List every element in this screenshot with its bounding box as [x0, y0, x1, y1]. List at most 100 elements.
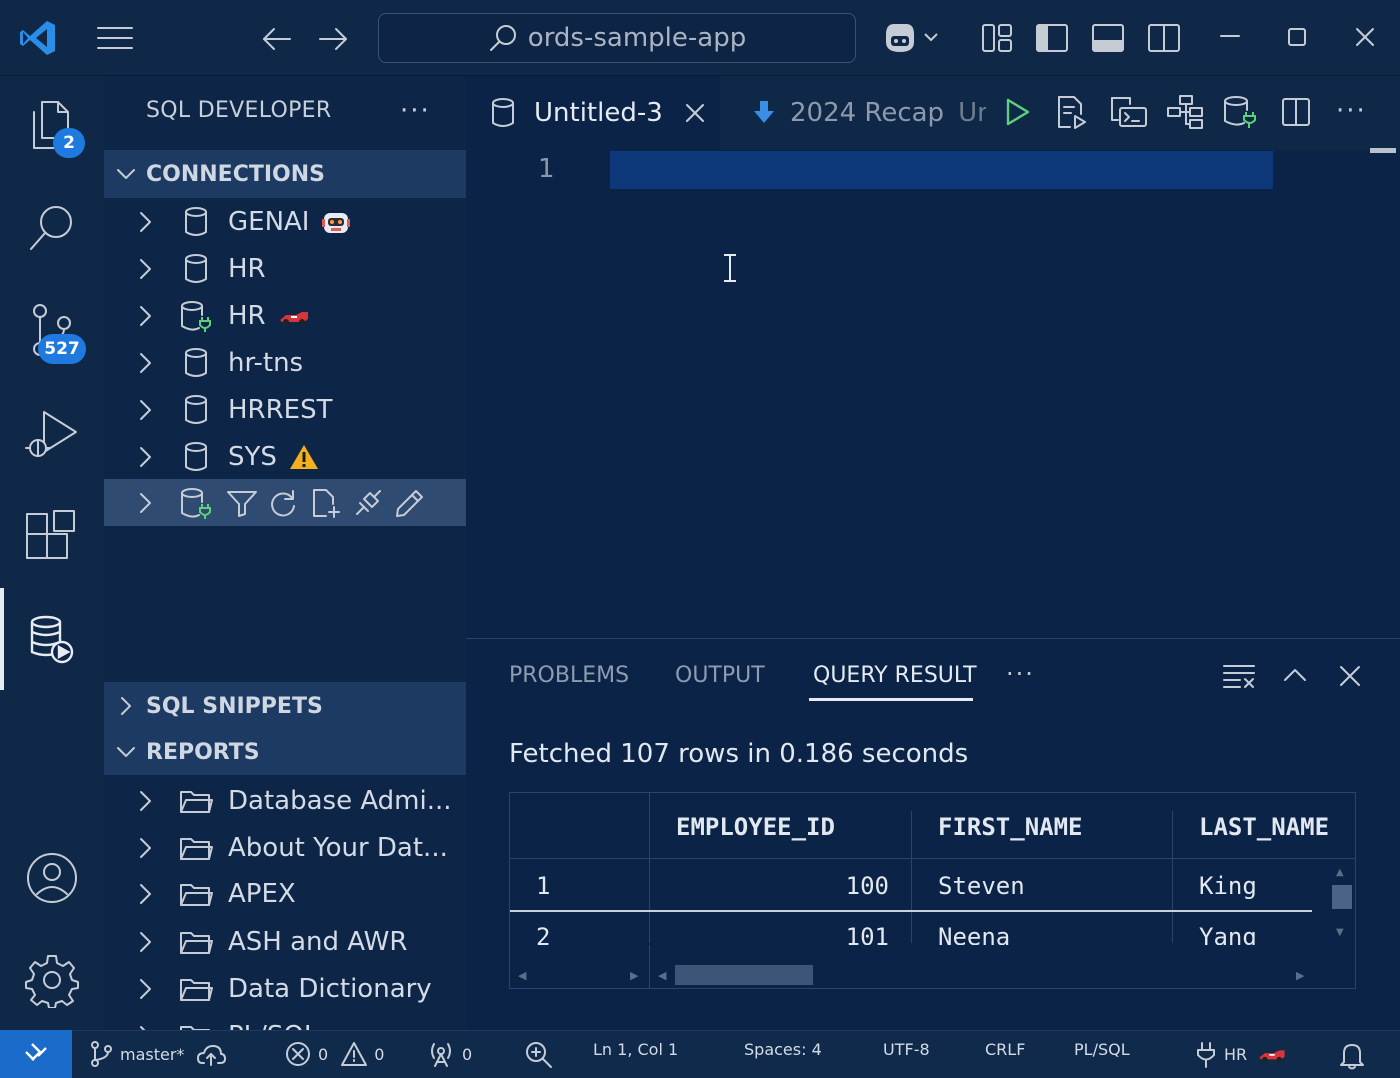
- result-grid[interactable]: EMPLOYEE_ID FIRST_NAME LAST_NAME 1 100 S…: [509, 792, 1356, 989]
- panel-more-button[interactable]: ···: [1006, 660, 1035, 688]
- forward-arrow-icon[interactable]: [316, 22, 350, 56]
- connection-item-sys[interactable]: SYS: [104, 433, 466, 480]
- maximize-icon[interactable]: [1286, 26, 1308, 48]
- toggle-panel-icon[interactable]: [1090, 22, 1126, 54]
- language-mode[interactable]: PL/SQL: [1074, 1040, 1130, 1059]
- editor-scrollbar-marker[interactable]: [1370, 148, 1396, 153]
- cell-employee-id[interactable]: 100: [649, 872, 889, 900]
- connection-item-selected[interactable]: [104, 479, 466, 526]
- scroll-right-arrow-icon[interactable]: ▶: [1296, 969, 1304, 982]
- branch-label: master*: [120, 1044, 185, 1064]
- tab-problems[interactable]: PROBLEMS: [509, 663, 629, 688]
- plug-icon: [1194, 1040, 1218, 1068]
- run-icon[interactable]: [1002, 96, 1032, 128]
- ports-count: 0: [462, 1044, 473, 1064]
- indentation-status[interactable]: Spaces: 4: [744, 1040, 822, 1059]
- robot-icon: [321, 207, 351, 237]
- toggle-primary-sidebar-icon[interactable]: [1034, 22, 1070, 54]
- refresh-icon[interactable]: [268, 488, 298, 518]
- tab-query-result[interactable]: QUERY RESULT: [813, 663, 977, 688]
- notifications-bell-icon[interactable]: [1338, 1040, 1366, 1070]
- connection-item-hr[interactable]: HR: [104, 245, 466, 292]
- code-editor[interactable]: [466, 150, 1400, 638]
- scroll-down-arrow-icon[interactable]: ▼: [1336, 927, 1344, 938]
- branch-status[interactable]: master*: [88, 1040, 227, 1068]
- new-file-icon[interactable]: [310, 487, 342, 519]
- column-header-first-name[interactable]: FIRST_NAME: [938, 813, 1083, 841]
- report-folder[interactable]: APEX: [104, 870, 466, 917]
- ports-status[interactable]: 0: [426, 1040, 472, 1068]
- connections-section-header[interactable]: CONNECTIONS: [104, 150, 466, 198]
- editor-more-actions[interactable]: ···: [1336, 96, 1367, 126]
- reports-section-header[interactable]: REPORTS: [104, 729, 466, 775]
- sql-snippets-section-header[interactable]: SQL SNIPPETS: [104, 682, 466, 730]
- copilot-icon[interactable]: [880, 20, 944, 56]
- report-folder[interactable]: ASH and AWR: [104, 918, 466, 965]
- cell-last-name[interactable]: King: [1199, 872, 1257, 900]
- text-cursor-icon: [720, 252, 740, 284]
- encoding-status[interactable]: UTF-8: [883, 1040, 930, 1059]
- title-bar: ords-sample-app: [0, 0, 1400, 76]
- tab-2024-recap[interactable]: 2024 Recap Unt: [722, 76, 986, 150]
- explain-plan-icon[interactable]: [1166, 94, 1204, 130]
- run-and-debug-icon[interactable]: [24, 406, 80, 462]
- close-panel-icon[interactable]: [1338, 664, 1362, 688]
- split-editor-icon[interactable]: [1280, 96, 1312, 128]
- report-folder[interactable]: About Your Dat...: [104, 824, 466, 871]
- horizontal-scrollbar-thumb[interactable]: [675, 965, 813, 985]
- sql-developer-icon[interactable]: [26, 612, 78, 668]
- zoom-status[interactable]: [524, 1040, 554, 1070]
- report-folder[interactable]: Database Admi...: [104, 777, 466, 824]
- scroll-left-arrow-icon[interactable]: ◀: [658, 969, 666, 982]
- remote-indicator[interactable]: [0, 1030, 72, 1078]
- database-connect-icon[interactable]: [1222, 94, 1258, 130]
- report-folder[interactable]: PL/SQL: [104, 1012, 466, 1030]
- run-script-icon[interactable]: [1054, 94, 1090, 130]
- tab-output[interactable]: OUTPUT: [675, 663, 765, 688]
- settings-gear-icon[interactable]: [24, 952, 80, 1008]
- tab-untitled-3[interactable]: Untitled-3: [466, 76, 720, 150]
- close-tab-icon[interactable]: [683, 101, 707, 125]
- extensions-icon[interactable]: [24, 508, 80, 564]
- scroll-right-arrow-icon[interactable]: ▶: [630, 969, 638, 982]
- minimize-icon[interactable]: [1218, 24, 1242, 48]
- close-window-icon[interactable]: [1354, 26, 1376, 48]
- connection-status[interactable]: HR: [1194, 1040, 1287, 1068]
- sidebar-more-button[interactable]: ···: [400, 96, 431, 126]
- back-arrow-icon[interactable]: [260, 22, 294, 56]
- column-header-employee-id[interactable]: EMPLOYEE_ID: [676, 813, 835, 841]
- connection-label: GENAI: [228, 206, 310, 237]
- problems-status[interactable]: 0 0: [284, 1040, 384, 1068]
- column-header-last-name[interactable]: LAST_NAME: [1199, 813, 1329, 841]
- menu-icon[interactable]: [96, 24, 134, 52]
- plug-connect-icon[interactable]: [352, 487, 384, 519]
- race-car-icon: [1257, 1045, 1287, 1063]
- toggle-secondary-sidebar-icon[interactable]: [1146, 22, 1182, 54]
- edit-pencil-icon[interactable]: [394, 487, 426, 519]
- clear-output-icon[interactable]: [1222, 662, 1256, 690]
- maximize-panel-icon[interactable]: [1282, 662, 1308, 688]
- vertical-scrollbar-thumb[interactable]: [1332, 885, 1352, 909]
- folder-icon: [176, 879, 216, 909]
- connection-label: hr-tns: [228, 347, 304, 378]
- chevron-down-icon: [106, 162, 146, 186]
- fetch-status-text: Fetched 107 rows in 0.186 seconds: [509, 739, 969, 769]
- cursor-position[interactable]: Ln 1, Col 1: [593, 1040, 678, 1059]
- filter-icon[interactable]: [224, 488, 260, 518]
- command-center-search[interactable]: ords-sample-app: [378, 13, 856, 63]
- search-sidebar-icon[interactable]: [26, 200, 78, 254]
- cell-first-name[interactable]: Steven: [938, 872, 1025, 900]
- scroll-up-arrow-icon[interactable]: ▲: [1336, 867, 1344, 878]
- connection-item-hr-connected[interactable]: HR: [104, 292, 466, 339]
- report-folder-label: Database Admi...: [228, 785, 452, 816]
- accounts-icon[interactable]: [24, 850, 80, 906]
- report-folder[interactable]: Data Dictionary: [104, 965, 466, 1012]
- eol-status[interactable]: CRLF: [985, 1040, 1025, 1059]
- customize-layout-icon[interactable]: [980, 22, 1014, 54]
- database-connected-icon: [176, 299, 216, 333]
- connection-item-hrrest[interactable]: HRREST: [104, 386, 466, 433]
- connection-item-genai[interactable]: GENAI: [104, 198, 466, 245]
- scroll-left-arrow-icon[interactable]: ◀: [518, 969, 526, 982]
- run-in-terminal-icon[interactable]: [1108, 94, 1148, 130]
- connection-item-hr-tns[interactable]: hr-tns: [104, 339, 466, 386]
